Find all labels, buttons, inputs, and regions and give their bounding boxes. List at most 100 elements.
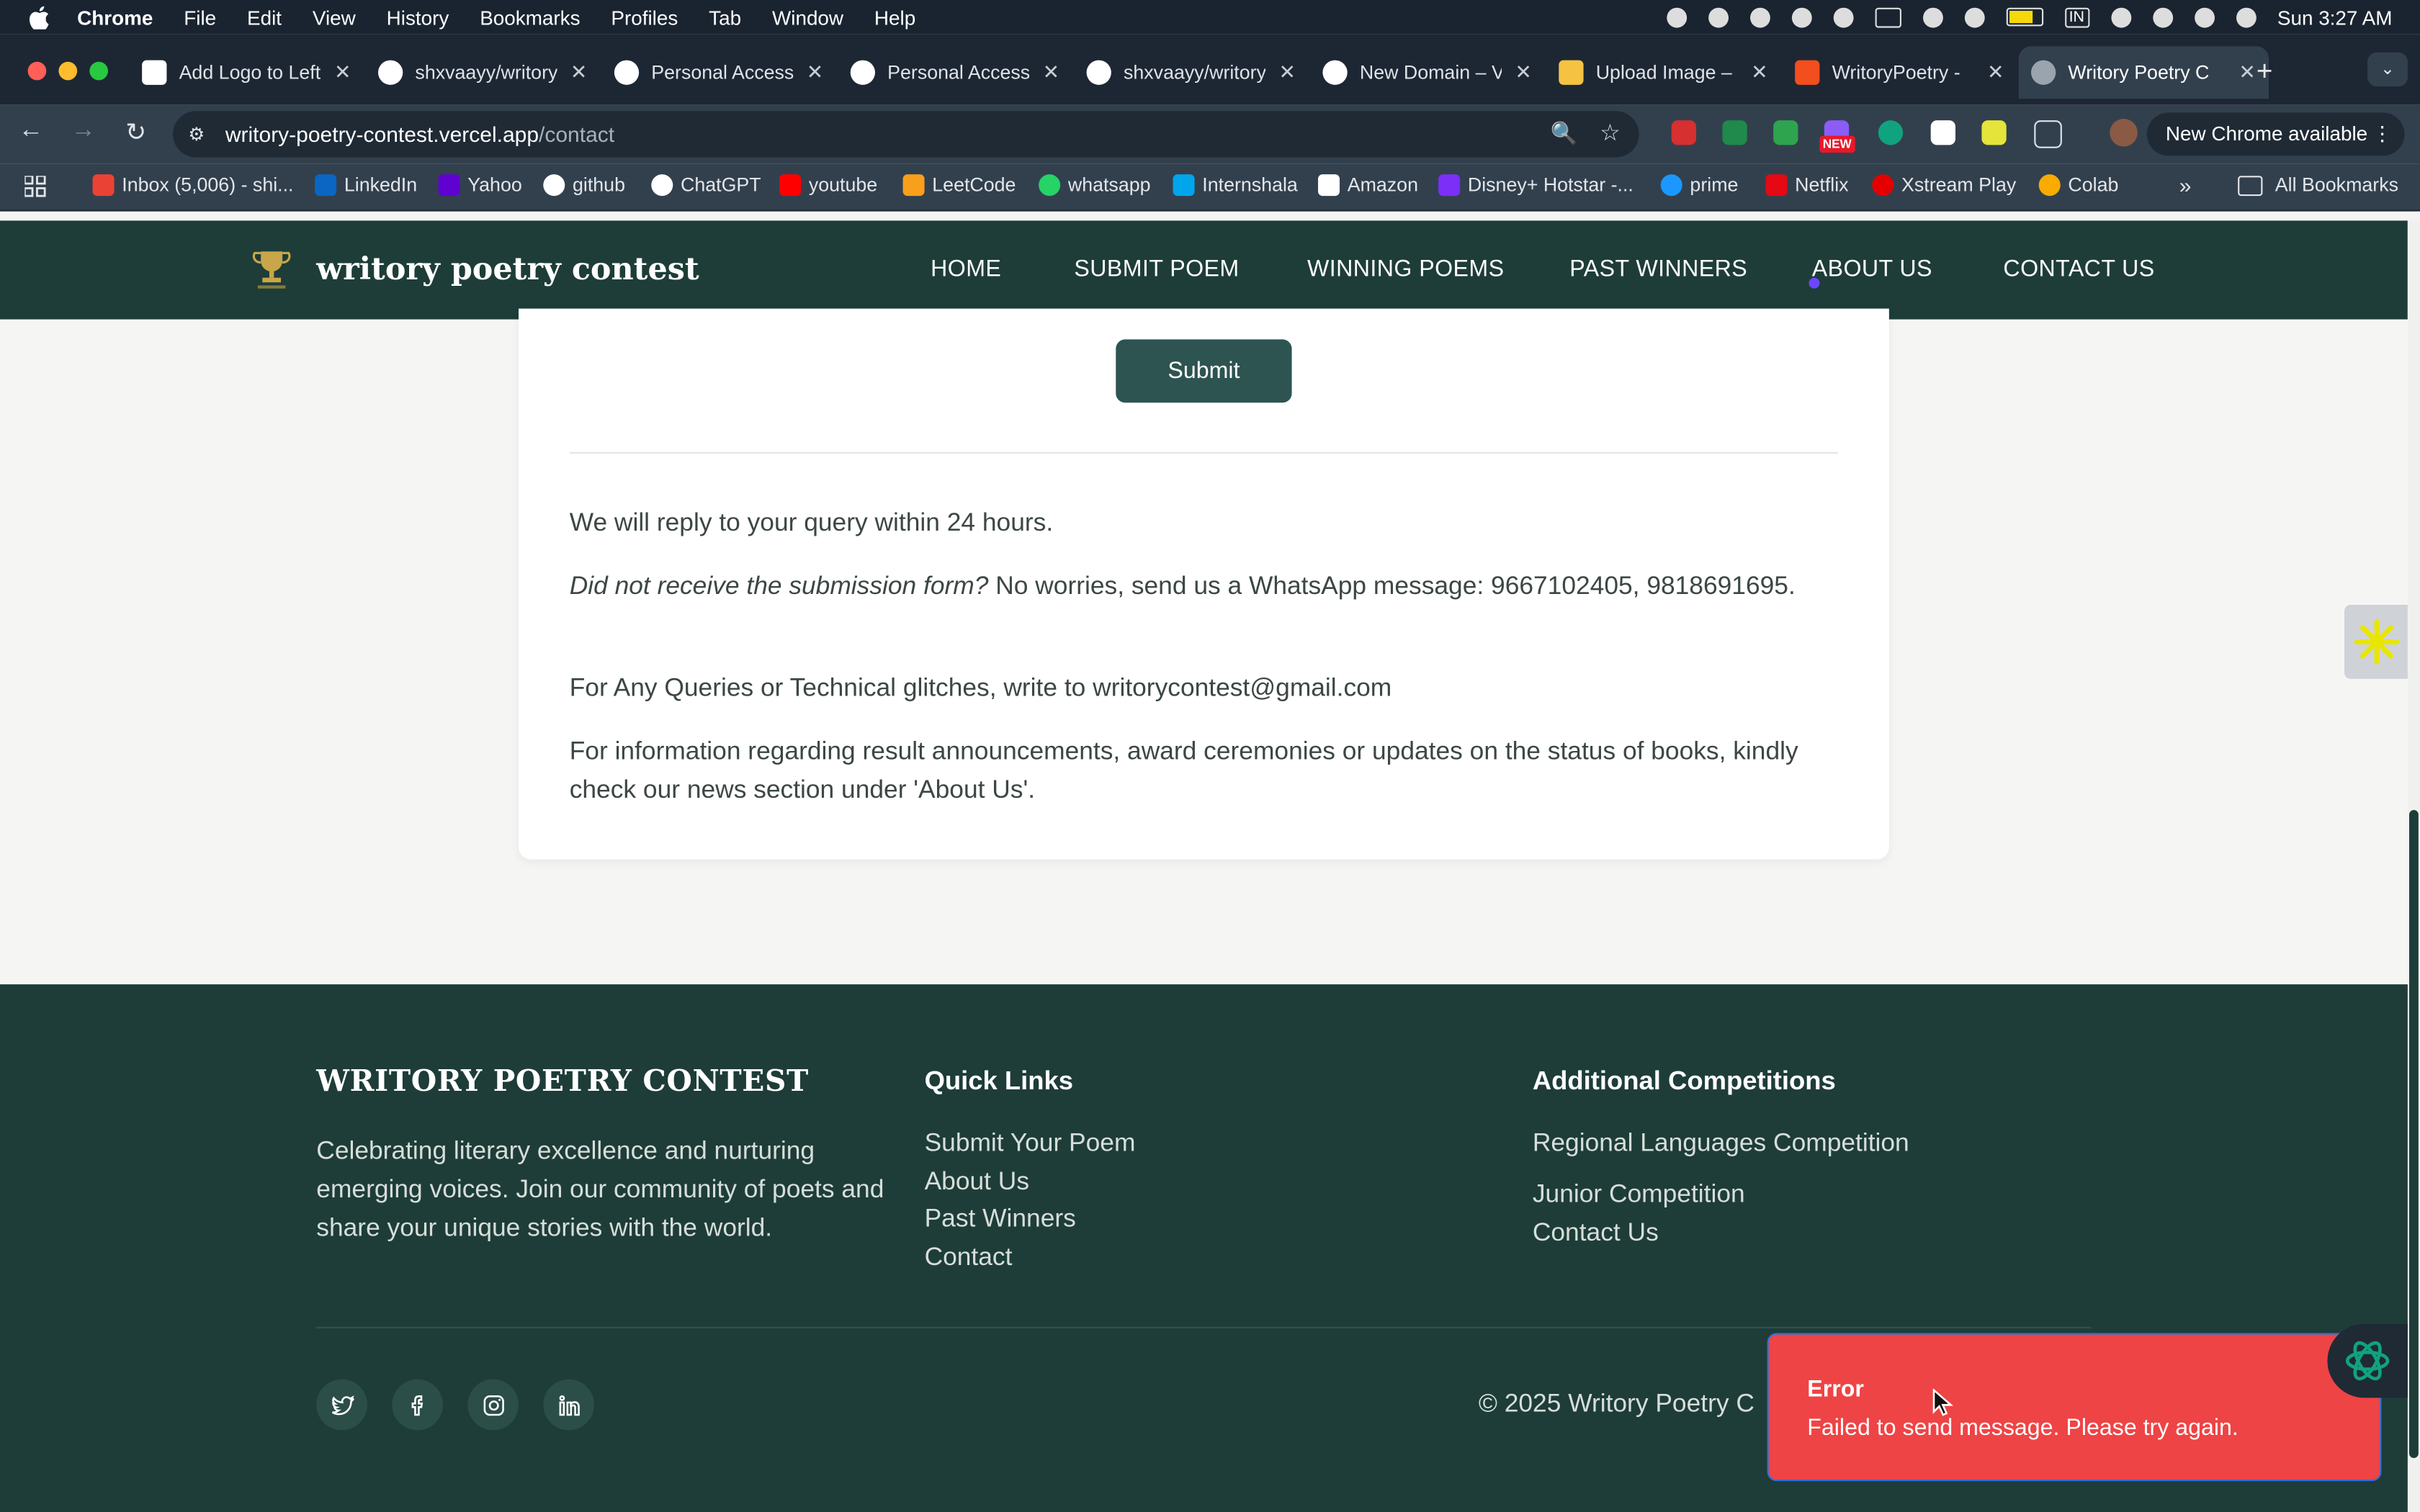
reload-button[interactable]: ↻ bbox=[120, 117, 151, 148]
twitter-icon[interactable] bbox=[316, 1379, 367, 1431]
nav-about-us[interactable]: ABOUT US bbox=[1812, 256, 1932, 282]
all-bookmarks[interactable]: All Bookmarks bbox=[2238, 174, 2398, 196]
accessibility-widget[interactable] bbox=[2344, 605, 2408, 679]
menu-profiles[interactable]: Profiles bbox=[611, 6, 678, 29]
profile-avatar[interactable] bbox=[2110, 119, 2138, 147]
nav-contact-us[interactable]: CONTACT US bbox=[2003, 256, 2154, 282]
trophy-logo-icon[interactable] bbox=[246, 245, 297, 292]
nav-past-winners[interactable]: PAST WINNERS bbox=[1569, 256, 1747, 282]
extension-icon-2[interactable] bbox=[1930, 120, 1955, 145]
bookmark-gmail[interactable]: Inbox (5,006) - shi... bbox=[92, 174, 294, 197]
input-source[interactable]: IN bbox=[2064, 6, 2089, 27]
control-center-icon[interactable] bbox=[2194, 6, 2215, 27]
clock[interactable]: Sun 3:27 AM bbox=[2277, 6, 2393, 29]
close-icon[interactable]: ✕ bbox=[566, 60, 591, 85]
spotlight-icon[interactable] bbox=[2152, 6, 2173, 27]
close-icon[interactable]: ✕ bbox=[1511, 60, 1536, 85]
extensions-puzzle-icon[interactable] bbox=[2034, 120, 2062, 148]
tab-add-logo[interactable]: Add Logo to Left ✕ bbox=[142, 46, 355, 99]
submit-button[interactable]: Submit bbox=[1116, 339, 1292, 403]
menu-help[interactable]: Help bbox=[874, 6, 915, 29]
bookmark-whatsapp[interactable]: whatsapp bbox=[1039, 174, 1151, 197]
bookmark-leetcode[interactable]: LeetCode bbox=[902, 174, 1016, 197]
vpn-icon[interactable] bbox=[1708, 6, 1729, 27]
menu-view[interactable]: View bbox=[313, 6, 356, 29]
bookmark-yahoo[interactable]: Yahoo bbox=[438, 174, 522, 197]
mute-icon[interactable] bbox=[1922, 6, 1942, 27]
display-icon[interactable] bbox=[1874, 6, 1901, 27]
forward-button[interactable]: → bbox=[68, 117, 99, 145]
elephant-icon[interactable] bbox=[1666, 6, 1687, 27]
extension-icon[interactable] bbox=[1773, 120, 1798, 145]
bookmark-xstream[interactable]: Xstream Play bbox=[1872, 174, 2016, 197]
close-icon[interactable]: ✕ bbox=[1984, 60, 2008, 85]
bookmark-netflix[interactable]: Netflix bbox=[1765, 174, 1849, 197]
tab-figma[interactable]: WritoryPoetry - ✕ bbox=[1795, 46, 2008, 99]
extension-icon-3[interactable] bbox=[1981, 120, 2007, 145]
instagram-icon[interactable] bbox=[467, 1379, 519, 1431]
tab-writory-contact[interactable]: Writory Poetry C ✕ bbox=[2018, 46, 2269, 99]
nav-home[interactable]: HOME bbox=[931, 256, 1001, 282]
menu-tab[interactable]: Tab bbox=[709, 6, 741, 29]
bluetooth-icon[interactable] bbox=[1963, 6, 1984, 27]
close-window-button[interactable] bbox=[27, 61, 47, 81]
footer-link-past-winners[interactable]: Past Winners bbox=[925, 1205, 1076, 1235]
siri-icon[interactable] bbox=[2236, 6, 2256, 27]
bookmark-prime[interactable]: prime bbox=[1660, 174, 1738, 197]
more-bookmarks-icon[interactable]: » bbox=[2179, 173, 2192, 197]
footer-link-contact[interactable]: Contact bbox=[925, 1243, 1013, 1273]
kebab-menu-icon[interactable]: ⋮ bbox=[2372, 112, 2393, 156]
wappalyzer-icon[interactable] bbox=[1722, 120, 1747, 145]
bookmark-colab[interactable]: Colab bbox=[2038, 174, 2118, 197]
bookmark-internshala[interactable]: Internshala bbox=[1173, 174, 1298, 197]
bookmark-amazon[interactable]: Amazon bbox=[1318, 174, 1418, 197]
back-button[interactable]: ← bbox=[15, 117, 46, 145]
tab-upload-image[interactable]: Upload Image – ✕ bbox=[1559, 46, 1772, 99]
bookmark-chatgpt[interactable]: ChatGPT bbox=[651, 174, 761, 197]
tab-github-repo[interactable]: shxvaayy/writory ✕ bbox=[378, 46, 591, 99]
tab-github-repo-2[interactable]: shxvaayy/writory ✕ bbox=[1086, 46, 1300, 99]
footer-link-contact-us[interactable]: Contact Us bbox=[1533, 1219, 1659, 1248]
nav-winning-poems[interactable]: WINNING POEMS bbox=[1307, 256, 1504, 282]
scrollbar-thumb[interactable] bbox=[2409, 810, 2419, 1458]
bookmark-hotstar[interactable]: Disney+ Hotstar -... bbox=[1438, 174, 1634, 197]
ublock-icon[interactable] bbox=[1671, 120, 1696, 145]
footer-link-junior[interactable]: Junior Competition bbox=[1533, 1180, 1745, 1210]
close-icon[interactable]: ✕ bbox=[1747, 60, 1772, 85]
battery-icon[interactable] bbox=[2005, 7, 2043, 27]
address-bar[interactable]: ⚙ writory-poetry-contest.vercel.app/cont… bbox=[173, 111, 1639, 158]
linkedin-icon[interactable] bbox=[543, 1379, 594, 1431]
assistant-launcher[interactable] bbox=[2327, 1323, 2408, 1398]
maximize-window-button[interactable] bbox=[89, 61, 108, 81]
menu-app-name[interactable]: Chrome bbox=[77, 6, 153, 29]
activity-icon[interactable] bbox=[1832, 6, 1853, 27]
site-brand[interactable]: writory poetry contest bbox=[316, 250, 699, 287]
menu-window[interactable]: Window bbox=[772, 6, 843, 29]
apple-icon[interactable] bbox=[28, 5, 50, 29]
tab-personal-access-2[interactable]: Personal Access ✕ bbox=[850, 46, 1064, 99]
footer-link-submit-poem[interactable]: Submit Your Poem bbox=[925, 1130, 1136, 1159]
menu-edit[interactable]: Edit bbox=[247, 6, 282, 29]
wifi-icon[interactable] bbox=[2110, 6, 2131, 27]
chrome-update-button[interactable]: New Chrome available ⋮ bbox=[2147, 112, 2405, 156]
footer-link-regional[interactable]: Regional Languages Competition bbox=[1533, 1130, 1909, 1159]
tab-search-button[interactable]: ⌄ bbox=[2367, 52, 2408, 86]
close-icon[interactable]: ✕ bbox=[1039, 60, 1063, 85]
url-text[interactable]: writory-poetry-contest.vercel.app/contac… bbox=[225, 122, 614, 146]
footer-link-about-us[interactable]: About Us bbox=[925, 1168, 1029, 1197]
bookmark-star-icon[interactable]: ☆ bbox=[1600, 119, 1621, 146]
close-icon[interactable]: ✕ bbox=[331, 60, 355, 85]
bookmark-github[interactable]: github bbox=[543, 174, 625, 197]
menu-history[interactable]: History bbox=[387, 6, 449, 29]
nav-submit-poem[interactable]: SUBMIT POEM bbox=[1074, 256, 1239, 282]
close-icon[interactable]: ✕ bbox=[802, 60, 827, 85]
menu-bookmarks[interactable]: Bookmarks bbox=[480, 6, 580, 29]
close-icon[interactable]: ✕ bbox=[1275, 60, 1299, 85]
facebook-icon[interactable] bbox=[392, 1379, 443, 1431]
tab-personal-access[interactable]: Personal Access ✕ bbox=[614, 46, 828, 99]
tab-new-domain[interactable]: New Domain – V ✕ bbox=[1322, 46, 1536, 99]
menu-file[interactable]: File bbox=[184, 6, 216, 29]
error-toast[interactable]: Error Failed to send message. Please try… bbox=[1767, 1333, 2382, 1482]
minimize-window-button[interactable] bbox=[58, 61, 78, 81]
new-tab-button[interactable]: + bbox=[2257, 55, 2273, 88]
